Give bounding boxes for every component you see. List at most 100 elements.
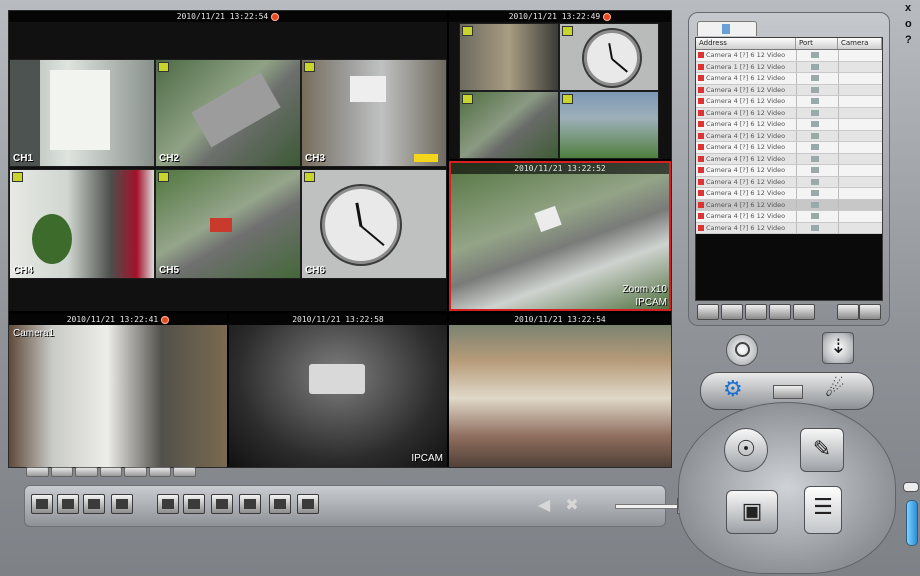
column-camera[interactable]: Camera <box>838 38 882 49</box>
device-row[interactable]: Camera 4 [?] 6 12 Video <box>696 199 882 211</box>
camera-status-icon <box>698 75 704 81</box>
close-icon[interactable]: x <box>905 2 911 14</box>
layout-6-button[interactable] <box>211 494 233 514</box>
recording-icon <box>603 12 612 21</box>
toolbar-tab[interactable] <box>173 467 197 477</box>
wall-clock <box>584 30 640 86</box>
edit-device-button[interactable] <box>721 304 743 320</box>
device-row[interactable]: Camera 4 [?] 6 12 Video <box>696 153 882 165</box>
device-row[interactable]: Camera 4 [?] 6 12 Video <box>696 142 882 154</box>
import-icon[interactable]: ⇣ <box>822 332 854 364</box>
magnifier-icon[interactable] <box>726 334 758 366</box>
network-icon[interactable]: ☄ <box>825 379 845 401</box>
video-camera-icon[interactable]: ✎ <box>800 428 844 472</box>
panel-scroll-bar[interactable] <box>906 500 918 546</box>
device-row[interactable]: Camera 4 [?] 6 12 Video <box>696 84 882 96</box>
pane-selected-zoom[interactable]: 2010/11/21 13:22:52 Zoom x10 IPCAM <box>449 161 671 311</box>
function-panel <box>678 402 896 574</box>
camera-cell-ch4[interactable]: CH4 <box>9 169 155 279</box>
list-import-button[interactable] <box>859 304 881 320</box>
nvr-app-window: x o ? 2010/11/21 13:22:54 CH1 CH2 CH3 CH… <box>0 0 920 576</box>
delete-device-button[interactable] <box>745 304 767 320</box>
wall-clock <box>322 186 400 264</box>
device-row[interactable]: Camera 4 [?] 6 12 Video <box>696 107 882 119</box>
camera-cell-quad-4[interactable] <box>559 91 659 159</box>
pane-top-right[interactable]: 2010/11/21 13:22:49 <box>449 11 671 159</box>
toolbar-tab[interactable] <box>99 467 123 477</box>
camera-cell-quad-2[interactable] <box>559 23 659 91</box>
device-properties-button[interactable] <box>793 304 815 320</box>
print-button[interactable] <box>83 494 105 514</box>
device-row-camera <box>838 142 882 153</box>
pane-top-left[interactable]: 2010/11/21 13:22:54 CH1 CH2 CH3 CH4 CH5 … <box>9 11 447 311</box>
layout-9-button[interactable] <box>239 494 261 514</box>
film-reel-icon[interactable]: ☉ <box>724 428 768 472</box>
monitor-button[interactable] <box>57 494 79 514</box>
device-icon[interactable] <box>773 385 803 399</box>
device-row-port <box>796 61 838 72</box>
layout-16-button[interactable] <box>269 494 291 514</box>
toolbar-tab[interactable] <box>26 467 49 477</box>
device-row-label: Camera 4 [?] 6 12 Video <box>706 108 786 117</box>
camera-cell-ch6[interactable]: CH6 <box>301 169 447 279</box>
device-row-address: Camera 4 [?] 6 12 Video <box>696 200 796 211</box>
camera-cell-quad-1[interactable] <box>459 23 559 91</box>
device-row[interactable]: Camera 4 [?] 6 12 Video <box>696 50 882 62</box>
fullscreen-button[interactable] <box>111 494 133 514</box>
camera-icon[interactable]: ▣ <box>726 490 778 534</box>
layout-1-button[interactable] <box>157 494 179 514</box>
pane-bottom-mid[interactable]: 2010/11/21 13:22:58 IPCAM <box>229 314 447 467</box>
toolbar-tab[interactable] <box>124 467 147 477</box>
device-row-address: Camera 4 [?] 6 12 Video <box>696 73 796 84</box>
device-row-camera <box>838 119 882 130</box>
toolbar-tab[interactable] <box>50 467 74 477</box>
device-row-camera <box>838 107 882 118</box>
mute-icon[interactable]: ✖ <box>563 496 581 514</box>
device-row-address: Camera 4 [?] 6 12 Video <box>696 177 796 188</box>
panel-scroll-knob[interactable] <box>903 482 919 492</box>
camera-label: IPCAM <box>411 453 443 464</box>
device-row-port <box>796 188 838 199</box>
device-row[interactable]: Camera 4 [?] 6 12 Video <box>696 176 882 188</box>
folder-button[interactable] <box>31 494 53 514</box>
device-row-camera <box>838 130 882 141</box>
layout-4-button[interactable] <box>183 494 205 514</box>
device-row[interactable]: Camera 4 [?] 6 12 Video <box>696 73 882 85</box>
camera-label: IPCAM <box>635 297 667 308</box>
device-row[interactable]: Camera 1 [?] 6 12 Video <box>696 61 882 73</box>
list-export-button[interactable] <box>837 304 859 320</box>
device-row[interactable]: Camera 4 [?] 6 12 Video <box>696 96 882 108</box>
channel-label: CH5 <box>159 265 180 276</box>
toolbar-tab[interactable] <box>148 467 172 477</box>
device-row[interactable]: Camera 4 [?] 6 12 Video <box>696 222 882 234</box>
minimize-icon[interactable]: o <box>905 18 912 30</box>
camera-cell-ch2[interactable]: CH2 <box>155 59 301 167</box>
device-row[interactable]: Camera 4 [?] 6 12 Video <box>696 130 882 142</box>
toolbar-tab[interactable] <box>75 467 98 477</box>
device-row[interactable]: Camera 4 [?] 6 12 Video <box>696 119 882 131</box>
pane-bottom-right[interactable]: 2010/11/21 13:22:54 <box>449 314 671 467</box>
device-row[interactable]: Camera 4 [?] 6 12 Video <box>696 188 882 200</box>
camera-status-icon <box>12 172 23 182</box>
device-list-rows: Camera 4 [?] 6 12 Video Camera 1 [?] 6 12… <box>696 50 882 234</box>
camera-cell-ch1[interactable]: CH1 <box>9 59 155 167</box>
camera-cell-ch5[interactable]: CH5 <box>155 169 301 279</box>
speaker-icon[interactable]: ◀ <box>535 496 553 514</box>
pane-bottom-left[interactable]: 2010/11/21 13:22:41 Camera1 <box>9 314 227 467</box>
document-icon[interactable]: ☰ <box>804 486 842 534</box>
device-list-tab[interactable] <box>697 21 757 36</box>
volume-slider-track[interactable] <box>615 504 683 509</box>
add-device-button[interactable] <box>697 304 719 320</box>
camera-cell-quad-3[interactable] <box>459 91 559 159</box>
gears-icon[interactable]: ⚙ <box>723 379 743 401</box>
column-address[interactable]: Address <box>696 38 796 49</box>
camera-status-icon <box>698 201 704 208</box>
device-row[interactable]: Camera 4 [?] 6 12 Video <box>696 165 882 177</box>
column-port[interactable]: Port <box>796 38 838 49</box>
help-icon[interactable]: ? <box>905 34 912 46</box>
device-row-address: Camera 4 [?] 6 12 Video <box>696 142 796 153</box>
layout-custom-button[interactable] <box>297 494 319 514</box>
camera-cell-ch3[interactable]: CH3 <box>301 59 447 167</box>
device-row[interactable]: Camera 4 [?] 6 12 Video <box>696 211 882 223</box>
search-device-button[interactable] <box>769 304 791 320</box>
